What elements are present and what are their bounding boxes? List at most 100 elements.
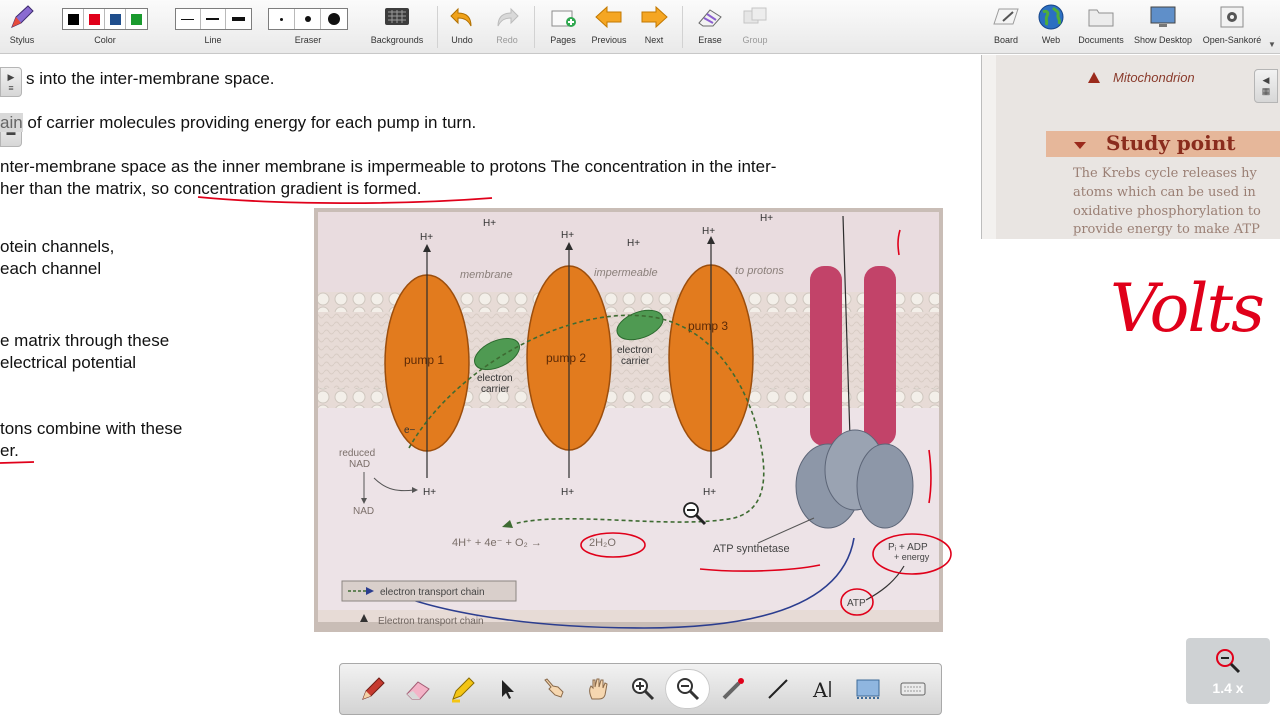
capture-tool-button[interactable] — [845, 669, 890, 709]
board-label: Board — [993, 35, 1019, 45]
impermeable-label: impermeable — [594, 267, 658, 279]
color-red-swatch[interactable] — [84, 9, 105, 29]
h-plus-label-2: H+ — [483, 218, 496, 229]
pointing-hand-icon — [543, 678, 564, 698]
selector-tool-button[interactable] — [485, 669, 530, 709]
open-sankore-button[interactable]: Open-Sankoré — [1200, 0, 1264, 54]
documents-button[interactable]: Documents — [1076, 0, 1126, 54]
eraser-tool-button[interactable] — [395, 669, 440, 709]
hand-tool-button[interactable] — [575, 669, 620, 709]
eraser-sizes — [268, 8, 348, 30]
to-protons-label: to protons — [735, 265, 784, 277]
text-line-4: her than the matrix, so concentration gr… — [0, 179, 422, 198]
erase-label: Erase — [698, 35, 722, 45]
stylus-button[interactable]: Stylus — [4, 0, 40, 54]
add-page-icon — [549, 0, 577, 34]
stylus-icon — [8, 0, 36, 34]
reduced-nad-sublabel: NAD — [349, 459, 370, 470]
electron-carrier-1-label: electron — [477, 373, 513, 384]
line-tool-button[interactable] — [755, 669, 800, 709]
undo-icon — [449, 0, 475, 34]
highlighter-tool-button[interactable] — [440, 669, 485, 709]
electron-transport-diagram: membrane impermeable to protons pump 1 p… — [314, 208, 943, 632]
membrane-label: membrane — [460, 269, 513, 281]
interact-tool-button[interactable] — [530, 669, 575, 709]
arrow-right-small-icon: ▶ — [7, 71, 15, 82]
hand-icon — [588, 678, 608, 700]
group-button[interactable]: Group — [738, 0, 772, 54]
study-point-text-3: oxidative phosphorylation to — [1073, 204, 1261, 219]
eraser-medium-option[interactable] — [295, 9, 321, 29]
page-nav-tab[interactable]: ▶ ≡ — [0, 67, 22, 97]
pump-1-label: pump 1 — [404, 353, 444, 367]
main-toolbar: Stylus Color Line Eraser Backgrounds Und… — [0, 0, 1280, 54]
color-label: Color — [94, 35, 116, 45]
pages-button[interactable]: Pages — [544, 0, 582, 54]
eraser-large-option[interactable] — [321, 9, 347, 29]
redo-label: Redo — [496, 35, 518, 45]
h-plus-label-6: H+ — [760, 213, 773, 224]
pen-icon — [361, 677, 385, 700]
show-desktop-label: Show Desktop — [1133, 35, 1193, 45]
text-line-3: nter-membrane space as the inner membran… — [0, 157, 777, 176]
erase-button[interactable]: Erase — [692, 0, 728, 54]
stylus-palette: A — [339, 663, 942, 715]
next-button[interactable]: Next — [638, 0, 670, 54]
study-point-title: Study point — [1106, 131, 1236, 155]
undo-button[interactable]: Undo — [444, 0, 480, 54]
figure-caption: Electron transport chain — [378, 616, 484, 627]
group-icon — [741, 0, 769, 34]
color-blue-swatch[interactable] — [105, 9, 126, 29]
menu-lines-icon: ≡ — [8, 82, 14, 93]
electron-transport-figure[interactable]: membrane impermeable to protons pump 1 p… — [314, 208, 943, 632]
study-point-tab[interactable]: ◀ ▦ — [1254, 69, 1278, 103]
eraser-small-option[interactable] — [269, 9, 295, 29]
zoom-indicator[interactable]: 1.4 x — [1186, 638, 1270, 704]
text-line-7: e matrix through these — [0, 331, 170, 350]
line-thick-option[interactable] — [226, 9, 251, 29]
h-plus-label-3: H+ — [561, 230, 574, 241]
show-desktop-button[interactable]: Show Desktop — [1132, 0, 1194, 54]
legend-label: electron transport chain — [380, 587, 485, 598]
laser-pointer-tool-button[interactable] — [710, 669, 755, 709]
globe-icon — [1037, 0, 1065, 34]
h-plus-label-5: H+ — [702, 226, 715, 237]
study-point-text-4: provide energy to make ATP — [1073, 222, 1260, 237]
board-button[interactable]: Board — [988, 0, 1024, 54]
line-medium-option[interactable] — [201, 9, 226, 29]
color-black-swatch[interactable] — [63, 9, 84, 29]
toolbar-menu-chevron-down-icon[interactable]: ▼ — [1268, 40, 1276, 49]
pen-tool-button[interactable] — [350, 669, 395, 709]
previous-button[interactable]: Previous — [588, 0, 630, 54]
laser-pointer-icon — [722, 678, 744, 700]
stylus-label: Stylus — [9, 35, 35, 45]
color-group: Color — [52, 0, 158, 54]
equation-label: 4H⁺ + 4e⁻ + O₂ → — [452, 537, 542, 549]
zoom-out-indicator-icon — [1216, 649, 1241, 674]
text-line-2: ain of carrier molecules providing energ… — [0, 113, 476, 133]
eraser-icon — [405, 681, 430, 700]
redo-button[interactable]: Redo — [489, 0, 525, 54]
zoom-out-tool-button[interactable] — [665, 669, 710, 709]
electron-carrier-2-sublabel: carrier — [621, 356, 650, 367]
water-label: 2H₂O — [589, 537, 616, 549]
text-line-1: s into the inter-membrane space. — [26, 69, 275, 88]
energy-label: + energy — [894, 552, 930, 562]
text-line-8: electrical potential — [0, 353, 137, 372]
line-thin-option[interactable] — [176, 9, 201, 29]
study-point-image[interactable]: Mitochondrion Study point The Krebs cycl… — [981, 55, 1280, 239]
electron-label: e− — [404, 425, 416, 436]
web-button[interactable]: Web — [1034, 0, 1068, 54]
virtual-keyboard-button[interactable] — [890, 669, 935, 709]
study-point-graphic: Mitochondrion Study point The Krebs cycl… — [982, 55, 1280, 239]
board-canvas[interactable]: ▶ ≡ ▬ s into the inter-membrane space. a… — [0, 55, 1280, 665]
pump-3-label: pump 3 — [688, 319, 728, 333]
backgrounds-label: Backgrounds — [370, 35, 424, 45]
text-line-6: each channel — [0, 259, 102, 278]
zoom-in-tool-button[interactable] — [620, 669, 665, 709]
h-plus-label-7: H+ — [423, 487, 436, 498]
text-tool-button[interactable]: A — [800, 669, 845, 709]
screen-capture-icon — [856, 679, 879, 699]
color-green-swatch[interactable] — [126, 9, 147, 29]
backgrounds-button[interactable]: Backgrounds — [366, 0, 428, 54]
